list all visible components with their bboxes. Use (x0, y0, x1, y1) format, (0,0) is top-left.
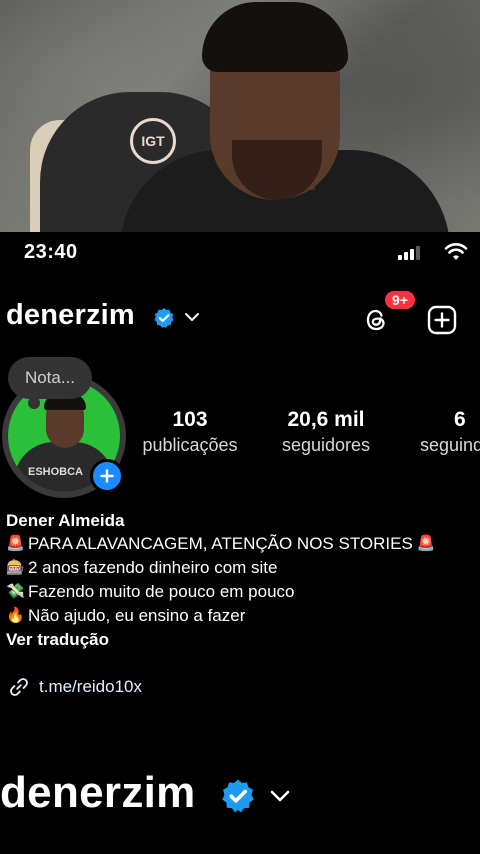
bio-line: 🔥 Não ajudo, eu ensino a fazer (6, 604, 480, 628)
chevron-down-icon (270, 790, 290, 802)
stat-followers[interactable]: 20,6 mil seguidores (268, 408, 384, 458)
bio-line: 🚨 PARA ALAVANCAGEM, ATENÇÃO NOS STORIES … (6, 532, 480, 556)
stat-label: seguidores (281, 435, 371, 455)
siren-icon: 🚨 (416, 535, 436, 552)
see-translation-link[interactable]: Ver tradução (6, 628, 480, 652)
stat-value: 20,6 mil (287, 408, 365, 431)
verified-icon (222, 779, 254, 813)
bio-text: Não ajudo, eu ensino a fazer (28, 606, 246, 625)
chevron-down-icon[interactable] (183, 309, 201, 325)
bio-line: 🎰 2 anos fazendo dinheiro com site (6, 556, 480, 580)
chair-logo: IGT (130, 118, 176, 164)
add-story-button[interactable] (90, 459, 124, 493)
profile-header: denerzim 9+ (0, 289, 480, 342)
bio-text: PARA ALAVANCAGEM, ATENÇÃO NOS STORIES (28, 534, 413, 553)
stat-label: publicações (142, 435, 238, 455)
verified-icon (154, 307, 174, 328)
bio-text: Fazendo muito de pouco em pouco (28, 582, 295, 601)
fire-icon: 🔥 (6, 607, 25, 624)
display-name: Dener Almeida (6, 511, 125, 530)
siren-icon: 🚨 (6, 535, 25, 552)
threads-notification-badge: 9+ (383, 289, 417, 311)
stat-label: seguindo (420, 435, 480, 455)
wifi-icon (444, 243, 468, 260)
bio-line: 💸 Fazendo muito de pouco em pouco (6, 580, 480, 604)
status-bar: 23:40 (0, 232, 480, 274)
overlay-username: denerzim (0, 768, 196, 817)
link-icon (10, 678, 28, 696)
note-bubble[interactable]: Nota... (8, 357, 92, 409)
link-text: t.me/reido10x (39, 677, 142, 696)
stat-value: 6 (454, 408, 466, 431)
webcam-overlay: IGT (0, 0, 480, 232)
username-switcher[interactable]: denerzim (6, 299, 135, 332)
slot-machine-icon: 🎰 (6, 559, 25, 576)
avatar-shirt-print: ESHOBCA (28, 466, 84, 478)
status-time: 23:40 (24, 241, 78, 263)
bio-link[interactable]: t.me/reido10x (8, 676, 142, 698)
threads-icon[interactable] (362, 306, 390, 334)
create-icon[interactable] (427, 305, 457, 335)
profile-bio: Dener Almeida 🚨 PARA ALAVANCAGEM, ATENÇÃ… (6, 510, 480, 652)
stat-posts[interactable]: 103 publicações (136, 408, 244, 458)
stat-value: 103 (172, 408, 208, 431)
signal-icon (398, 246, 420, 260)
money-wings-icon: 💸 (6, 583, 25, 600)
bio-text: 2 anos fazendo dinheiro com site (28, 558, 278, 577)
stat-following[interactable]: 6 seguindo (418, 408, 480, 458)
add-story-icon (100, 469, 114, 483)
